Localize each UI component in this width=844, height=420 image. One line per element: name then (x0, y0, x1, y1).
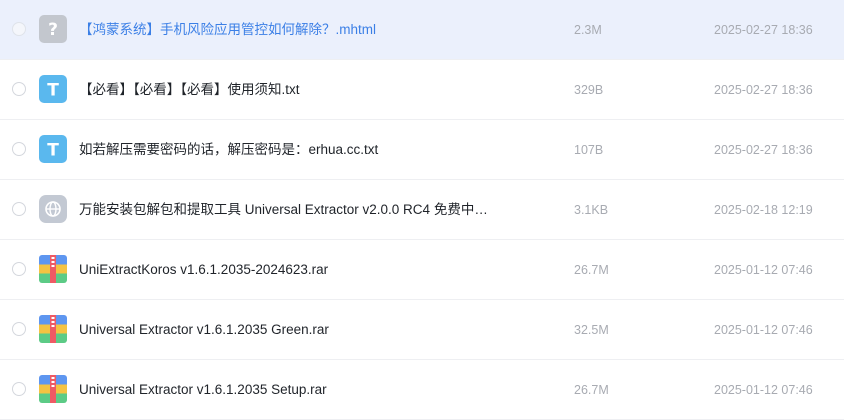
svg-text:?: ? (48, 20, 58, 40)
file-date: 2025-02-18 12:19 (714, 203, 813, 217)
file-name[interactable]: 【鸿蒙系统】手机风险应用管控如何解除？.mhtml (79, 21, 376, 39)
file-row[interactable]: Universal Extractor v1.6.1.2035 Green.ra… (0, 300, 844, 360)
text-file-icon: T (39, 135, 67, 163)
file-row[interactable]: Universal Extractor v1.6.1.2035 Setup.ra… (0, 360, 844, 420)
svg-text:T: T (47, 81, 59, 101)
file-size: 107B (574, 143, 604, 157)
archive-file-icon (39, 255, 67, 283)
file-row[interactable]: T 【必看】【必看】【必看】使用须知.txt 329B 2025-02-27 1… (0, 60, 844, 120)
row-checkbox[interactable] (12, 382, 26, 396)
svg-text:T: T (47, 141, 59, 161)
file-name[interactable]: Universal Extractor v1.6.1.2035 Green.ra… (79, 321, 329, 339)
file-name[interactable]: UniExtractKoros v1.6.1.2035-2024623.rar (79, 261, 328, 279)
file-size: 329B (574, 83, 604, 97)
row-checkbox[interactable] (12, 142, 26, 156)
file-name[interactable]: 【必看】【必看】【必看】使用须知.txt (79, 81, 300, 99)
file-list: ? 【鸿蒙系统】手机风险应用管控如何解除？.mhtml 2.3M 2025-02… (0, 0, 844, 420)
file-date: 2025-02-27 18:36 (714, 143, 813, 157)
file-date: 2025-01-12 07:46 (714, 263, 813, 277)
archive-file-icon (39, 315, 67, 343)
file-date: 2025-02-27 18:36 (714, 23, 813, 37)
file-size: 32.5M (574, 323, 609, 337)
file-date: 2025-01-12 07:46 (714, 323, 813, 337)
file-name[interactable]: 如若解压需要密码的话，解压密码是：erhua.cc.txt (79, 141, 378, 159)
file-row[interactable]: 万能安装包解包和提取工具 Universal Extractor v2.0.0 … (0, 180, 844, 240)
file-date: 2025-02-27 18:36 (714, 83, 813, 97)
archive-file-icon (39, 375, 67, 403)
file-row[interactable]: T 如若解压需要密码的话，解压密码是：erhua.cc.txt 107B 202… (0, 120, 844, 180)
file-row[interactable]: ? 【鸿蒙系统】手机风险应用管控如何解除？.mhtml 2.3M 2025-02… (0, 0, 844, 60)
row-checkbox[interactable] (12, 262, 26, 276)
row-checkbox[interactable] (12, 82, 26, 96)
file-date: 2025-01-12 07:46 (714, 383, 813, 397)
text-file-icon: T (39, 75, 67, 103)
file-row[interactable]: UniExtractKoros v1.6.1.2035-2024623.rar … (0, 240, 844, 300)
row-checkbox[interactable] (12, 322, 26, 336)
web-link-icon (39, 195, 67, 223)
row-checkbox[interactable] (12, 202, 26, 216)
file-size: 2.3M (574, 23, 602, 37)
file-size: 26.7M (574, 263, 609, 277)
file-name[interactable]: 万能安装包解包和提取工具 Universal Extractor v2.0.0 … (79, 201, 488, 219)
unknown-file-icon: ? (39, 15, 67, 43)
file-size: 26.7M (574, 383, 609, 397)
file-name[interactable]: Universal Extractor v1.6.1.2035 Setup.ra… (79, 381, 327, 399)
row-checkbox[interactable] (12, 22, 26, 36)
file-size: 3.1KB (574, 203, 609, 217)
